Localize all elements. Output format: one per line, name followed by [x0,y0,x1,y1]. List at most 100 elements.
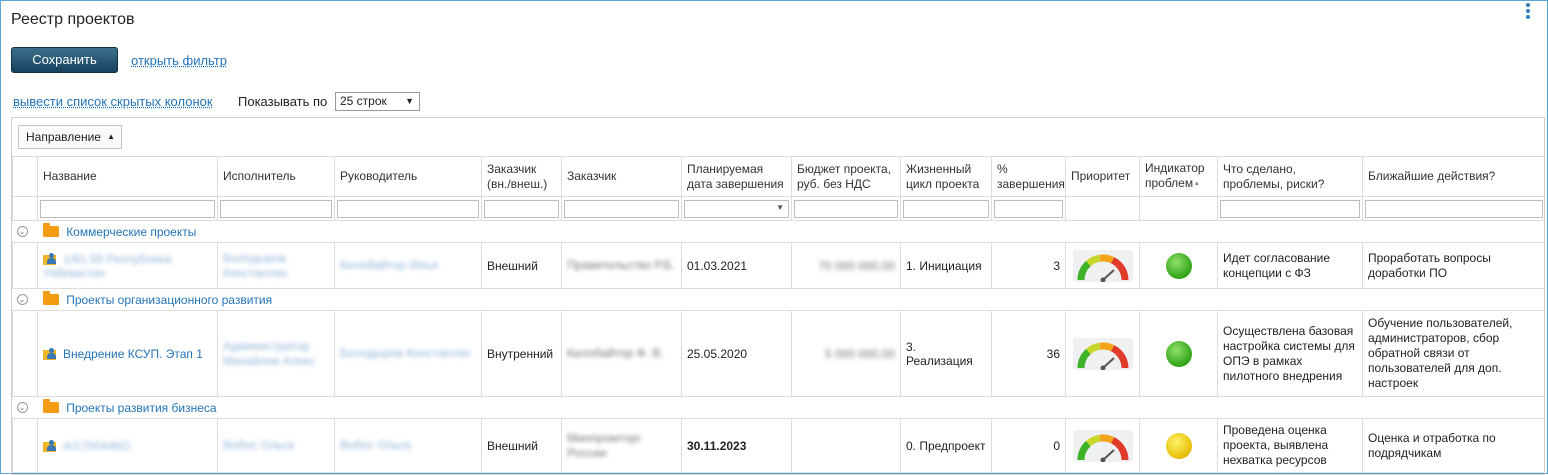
save-button[interactable]: Сохранить [11,47,118,73]
indicator-dot [1165,432,1192,459]
filter-customer-input[interactable] [564,199,679,218]
group-row[interactable]: ⌄ Проекты организационного развития [12,288,1544,311]
cell-executor: Администратор Михайлов Алекс [217,310,335,397]
group-row[interactable]: ⌄ Проекты развития бизнеса [12,396,1544,419]
dropdown-arrow-icon: ▼ [776,202,784,212]
manager-value[interactable]: Вобос Ольга [340,438,411,452]
col-header-priority[interactable]: Приоритет [1065,156,1140,197]
table-row[interactable]: А/170044КО Вобос Ольга Вобос Ольга Внешн… [12,418,1544,473]
manager-value[interactable]: Килобайтор Илья [340,258,438,272]
customer-value: Килобайтор Ф. В. [567,346,664,360]
sort-indicator-icon: ▴ [1193,179,1199,187]
group-title[interactable]: Проекты развития бизнеса [66,401,216,415]
cell-executor: Вобос Ольга [217,418,335,473]
col-header-customer-type[interactable]: Заказчик (вн./внеш.) [481,156,562,197]
cell-manager: Килобайтор Илья [334,242,482,289]
rows-per-page-label: Показывать по [238,94,328,109]
filter-cell-empty [1139,196,1218,221]
open-filter-link[interactable]: открыть фильтр [131,53,227,68]
col-header-end-date[interactable]: Планируемая дата завершения [681,156,792,197]
filter-cell: ▼ [681,196,792,221]
cell-done: Проведена оценка проекта, выявлена нехва… [1217,418,1363,473]
indicator-dot [1165,252,1192,279]
group-row[interactable]: ⌄ Коммерческие проекты [12,220,1544,243]
col-header-indicator[interactable]: Индикатор проблем ▴ [1139,156,1218,197]
cell-next: Проработать вопросы доработки ПО [1362,242,1544,289]
group-title[interactable]: Проекты организационного развития [66,293,272,307]
table-row[interactable]: Внедрение КСУП. Этап 1 Администратор Мих… [12,310,1544,397]
project-name[interactable]: 1/61.58 Республика Узбекистан [43,252,171,280]
expand-icon[interactable]: ⌄ [16,226,28,238]
filter-end-date-select[interactable]: ▼ [684,199,789,218]
cell-percent: 3 [991,242,1066,289]
cell-budget [791,418,901,473]
project-icon [43,440,57,453]
col-header-lifecycle[interactable]: Жизненный цикл проекта [900,156,992,197]
executor-value[interactable]: Администратор Михайлов Алекс [223,339,316,368]
project-icon [43,253,57,266]
expand-icon[interactable]: ⌄ [16,402,28,414]
filter-customer-type-input[interactable] [484,199,559,218]
filter-cell-empty [1065,196,1140,221]
filter-cell [561,196,682,221]
budget-value: 5 000 000,00 [824,346,895,361]
expand-icon[interactable]: ⌄ [16,294,28,306]
sort-up-icon: ▲ [107,132,115,141]
folder-icon [42,223,59,238]
table-row[interactable]: 1/61.58 Республика Узбекистан Болодыров … [12,242,1544,289]
priority-gauge-icon [1072,249,1133,282]
col-header-name[interactable]: Название [37,156,218,197]
rows-per-page-select[interactable]: 25 строк ▼ [335,92,420,111]
group-title[interactable]: Коммерческие проекты [66,225,196,239]
cell-customer-type: Внешний [481,418,562,473]
manager-value[interactable]: Болодыров Константин [340,346,470,360]
col-header-executor[interactable]: Исполнитель [217,156,335,197]
priority-gauge-icon [1072,337,1133,370]
col-header-next[interactable]: Ближайшие действия? [1362,156,1544,197]
customer-value: Минпромторг России [567,430,642,460]
kebab-menu-icon[interactable] [1524,3,1532,19]
project-icon [43,348,57,361]
priority-gauge-icon [1072,429,1133,462]
project-name[interactable]: А/170044КО [63,439,131,453]
filter-executor-input[interactable] [220,199,332,218]
filter-lifecycle-input[interactable] [903,199,989,218]
col-header-done[interactable]: Что сделано, проблемы, риски? [1217,156,1363,197]
col-header-budget[interactable]: Бюджет проекта, руб. без НДС [791,156,901,197]
filter-cell [991,196,1066,221]
folder-icon [42,291,59,306]
col-header-percent[interactable]: % завершения [991,156,1066,197]
executor-value[interactable]: Болодыров Константин [223,251,287,280]
group-by-direction-button[interactable]: Направление ▲ [18,125,122,149]
project-registry-window: Реестр проектов Сохранить открыть фильтр… [0,0,1548,475]
cell-percent: 0 [991,418,1066,473]
filter-cell [37,196,218,221]
group-cell: ⌄ Коммерческие проекты [12,220,1544,243]
cell-lifecycle: 0. Предпроект [900,418,992,473]
cell-indicator [1139,418,1218,473]
project-name[interactable]: Внедрение КСУП. Этап 1 [63,347,203,361]
row-spacer [12,418,38,473]
filter-manager-input[interactable] [337,199,479,218]
page-title: Реестр проектов [11,11,135,28]
group-cell: ⌄ Проекты развития бизнеса [12,396,1544,419]
cell-indicator [1139,242,1218,289]
executor-value[interactable]: Вобос Ольга [223,438,294,452]
hidden-columns-link[interactable]: вывести список скрытых колонок [13,94,213,109]
cell-name[interactable]: А/170044КО [37,418,218,473]
filter-next-input[interactable] [1365,199,1543,218]
filter-name-input[interactable] [40,199,215,218]
filter-cell [334,196,482,221]
folder-icon [42,399,59,414]
projects-grid: Направление ▲ Название Исполнитель Руков… [11,117,1545,475]
filter-done-input[interactable] [1220,199,1360,218]
filter-budget-input[interactable] [794,199,898,218]
filter-percent-input[interactable] [994,199,1063,218]
cell-manager: Вобос Ольга [334,418,482,473]
cell-name[interactable]: Внедрение КСУП. Этап 1 [37,310,218,397]
col-header-manager[interactable]: Руководитель [334,156,482,197]
customer-value: Правительство Р.Б. [567,258,675,272]
cell-next: Оценка и отработка по подрядчикам [1362,418,1544,473]
cell-name[interactable]: 1/61.58 Республика Узбекистан [37,242,218,289]
col-header-customer[interactable]: Заказчик [561,156,682,197]
